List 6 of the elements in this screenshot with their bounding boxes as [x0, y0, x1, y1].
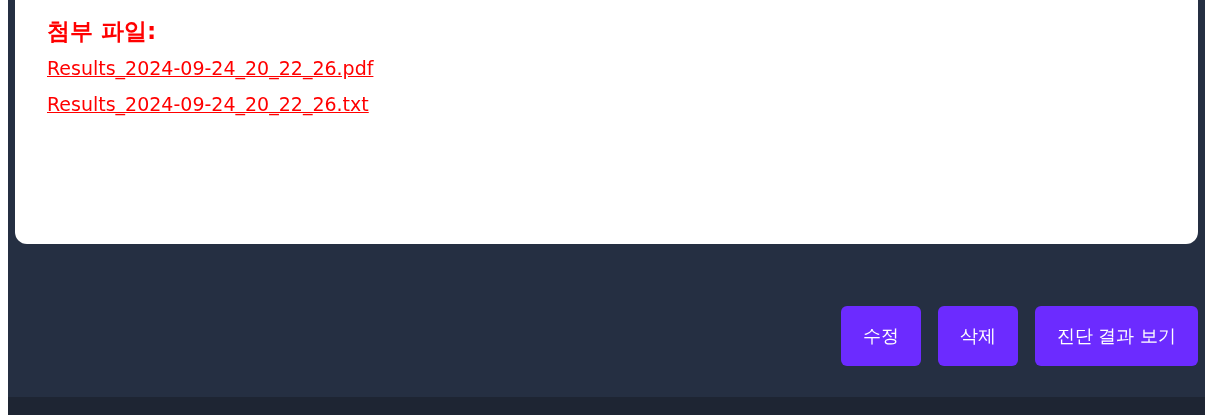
action-button[interactable]: 진단 결과 보기: [1034, 306, 1198, 366]
file-link[interactable]: Results_2024-09-24_20_22_26.txt: [47, 93, 369, 115]
file-link[interactable]: Results_2024-09-24_20_22_26.pdf: [47, 57, 374, 79]
action-button[interactable]: 수정: [840, 306, 921, 366]
action-button[interactable]: 삭제: [937, 306, 1018, 366]
attachments-heading: 첨부 파일:: [47, 17, 158, 46]
